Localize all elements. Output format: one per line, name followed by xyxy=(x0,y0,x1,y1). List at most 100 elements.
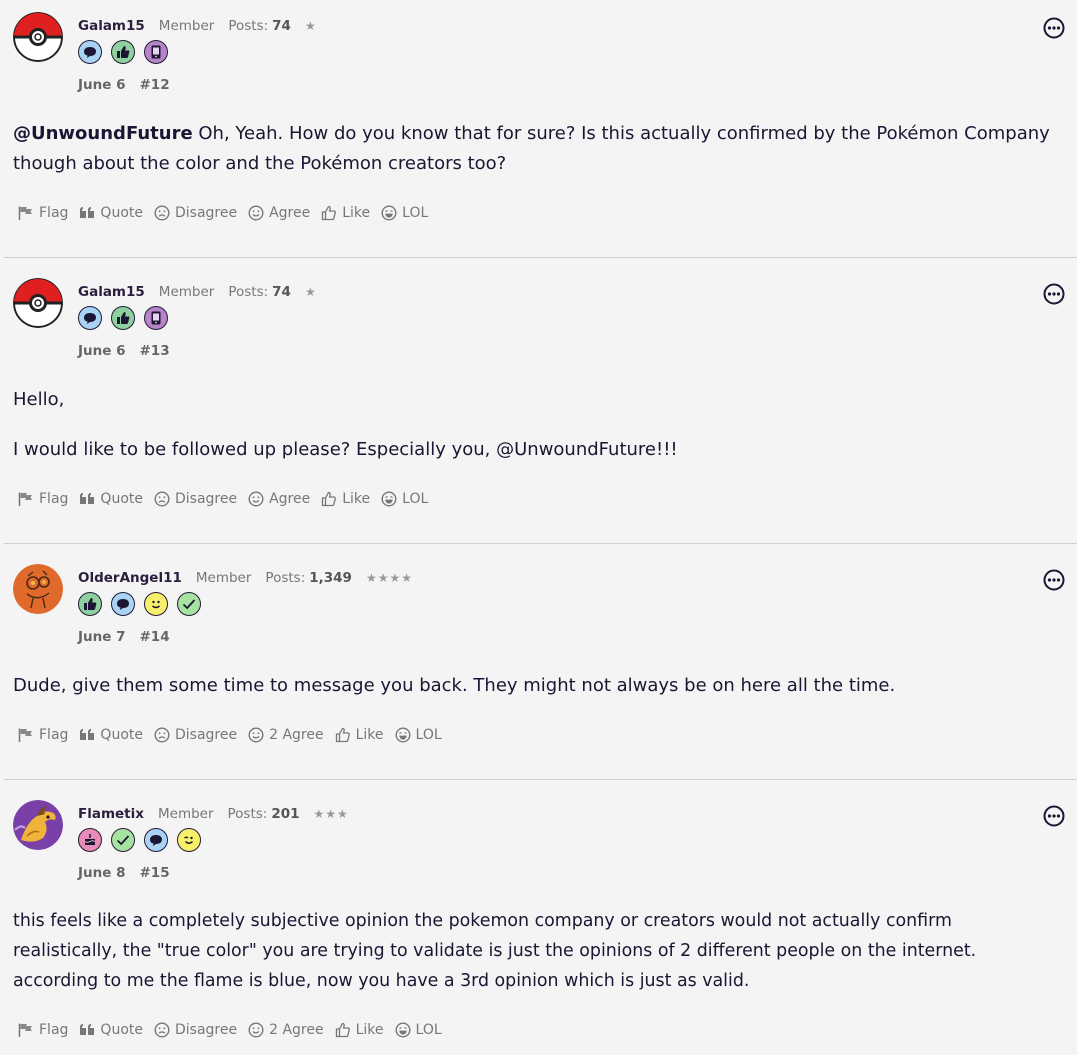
post-body: this feels like a completely subjective … xyxy=(13,906,1057,996)
phone-badge[interactable] xyxy=(144,40,168,64)
disagree-label: Disagree xyxy=(174,491,238,507)
flag-button[interactable]: Flag xyxy=(18,491,68,507)
flag-label: Flag xyxy=(39,491,69,507)
flag-button[interactable]: Flag xyxy=(18,1022,68,1038)
badge-row xyxy=(78,592,201,616)
username-link[interactable]: OlderAngel11 xyxy=(78,570,182,586)
smile-icon xyxy=(248,491,264,507)
username-link[interactable]: Flametix xyxy=(78,806,144,822)
post-body: Dude, give them some time to message you… xyxy=(13,671,1057,701)
lol-button[interactable]: LOL xyxy=(395,727,442,743)
speech-bubble-badge[interactable] xyxy=(144,828,168,852)
post-date-link[interactable]: June 8 xyxy=(78,865,126,881)
agree-button[interactable]: Agree xyxy=(248,491,310,507)
quote-button[interactable]: Quote xyxy=(79,1022,143,1038)
wink-badge[interactable] xyxy=(177,828,201,852)
disagree-button[interactable]: Disagree xyxy=(154,491,237,507)
user-role: Member xyxy=(158,284,215,300)
username-link[interactable]: Galam15 xyxy=(78,18,145,34)
avatar[interactable] xyxy=(13,12,63,62)
quote-label: Quote xyxy=(100,727,143,743)
laugh-icon xyxy=(395,1022,411,1038)
post-actions: Flag Quote Disagree 2 Agree Like LOL xyxy=(18,727,453,743)
post: Flametix Member Posts: 201 ★★★ June 8 #15… xyxy=(4,788,1077,1055)
post-date-link[interactable]: June 6 xyxy=(78,343,126,359)
disagree-button[interactable]: Disagree xyxy=(154,727,237,743)
user-role: Member xyxy=(195,570,252,586)
avatar[interactable] xyxy=(13,800,63,850)
flag-button[interactable]: Flag xyxy=(18,205,68,221)
post-paragraph: I would like to be followed up please? E… xyxy=(13,439,678,460)
checkmark-badge[interactable] xyxy=(177,592,201,616)
post-divider xyxy=(4,257,1077,258)
like-button[interactable]: Like xyxy=(321,205,370,221)
thumbs-up-icon xyxy=(322,491,337,507)
checkmark-badge[interactable] xyxy=(111,828,135,852)
agree-button[interactable]: 2 Agree xyxy=(248,727,324,743)
agree-label: Agree xyxy=(269,491,311,507)
post-date-link[interactable]: June 7 xyxy=(78,629,126,645)
post: Galam15 Member Posts: 74 ★ June 6 #12 @Un… xyxy=(4,0,1077,258)
post-number-link[interactable]: #12 xyxy=(140,77,170,93)
speech-bubble-badge[interactable] xyxy=(78,306,102,330)
disagree-label: Disagree xyxy=(174,205,238,221)
thumbs-up-badge[interactable] xyxy=(78,592,102,616)
quote-icon xyxy=(80,1024,95,1035)
posts-count: 1,349 xyxy=(309,570,352,586)
quote-label: Quote xyxy=(100,491,143,507)
avatar[interactable] xyxy=(13,278,63,328)
thumbs-up-badge[interactable] xyxy=(111,40,135,64)
cake-badge[interactable] xyxy=(78,828,102,852)
phone-badge[interactable] xyxy=(144,306,168,330)
quote-icon xyxy=(80,493,95,504)
like-button[interactable]: Like xyxy=(321,491,370,507)
flag-icon xyxy=(18,206,32,220)
avatar[interactable] xyxy=(13,564,63,614)
agree-button[interactable]: Agree xyxy=(248,205,310,221)
disagree-label: Disagree xyxy=(174,1022,238,1038)
post-meta: June 7 #14 xyxy=(78,629,170,645)
post-divider xyxy=(4,543,1077,544)
speech-bubble-badge[interactable] xyxy=(111,592,135,616)
post-date-link[interactable]: June 6 xyxy=(78,77,126,93)
lol-button[interactable]: LOL xyxy=(381,491,428,507)
quote-button[interactable]: Quote xyxy=(79,727,143,743)
like-label: Like xyxy=(355,1022,384,1038)
more-options-icon[interactable] xyxy=(1043,17,1065,39)
username-link[interactable]: Galam15 xyxy=(78,284,145,300)
post-body: Hello, I would like to be followed up pl… xyxy=(13,385,1057,465)
quote-label: Quote xyxy=(100,1022,143,1038)
post: OlderAngel11 Member Posts: 1,349 ★★★★ Ju… xyxy=(4,552,1077,780)
user-role: Member xyxy=(157,806,214,822)
speech-bubble-badge[interactable] xyxy=(78,40,102,64)
flag-icon xyxy=(18,492,32,506)
disagree-button[interactable]: Disagree xyxy=(154,205,237,221)
quote-icon xyxy=(80,207,95,218)
posts-label: Posts: xyxy=(227,806,268,822)
like-button[interactable]: Like xyxy=(335,727,384,743)
thumbs-up-badge[interactable] xyxy=(111,306,135,330)
more-options-icon[interactable] xyxy=(1043,805,1065,827)
post-number-link[interactable]: #14 xyxy=(140,629,170,645)
agree-button[interactable]: 2 Agree xyxy=(248,1022,324,1038)
post-text: @UnwoundFuture Oh, Yeah. How do you know… xyxy=(13,119,1057,179)
quote-button[interactable]: Quote xyxy=(79,205,143,221)
smiley-badge[interactable] xyxy=(144,592,168,616)
user-info: OlderAngel11 Member Posts: 1,349 ★★★★ xyxy=(78,570,413,586)
more-options-icon[interactable] xyxy=(1043,283,1065,305)
quote-button[interactable]: Quote xyxy=(79,491,143,507)
post-number-link[interactable]: #13 xyxy=(140,343,170,359)
rank-stars: ★★★ xyxy=(313,807,349,821)
quote-label: Quote xyxy=(100,205,143,221)
posts-count: 74 xyxy=(272,18,291,34)
flag-label: Flag xyxy=(39,727,69,743)
like-button[interactable]: Like xyxy=(335,1022,384,1038)
mention-link[interactable]: @UnwoundFuture xyxy=(13,123,193,144)
disagree-button[interactable]: Disagree xyxy=(154,1022,237,1038)
lol-button[interactable]: LOL xyxy=(395,1022,442,1038)
more-options-icon[interactable] xyxy=(1043,569,1065,591)
post-number-link[interactable]: #15 xyxy=(140,865,170,881)
flag-button[interactable]: Flag xyxy=(18,727,68,743)
lol-button[interactable]: LOL xyxy=(381,205,428,221)
frown-icon xyxy=(154,205,170,221)
